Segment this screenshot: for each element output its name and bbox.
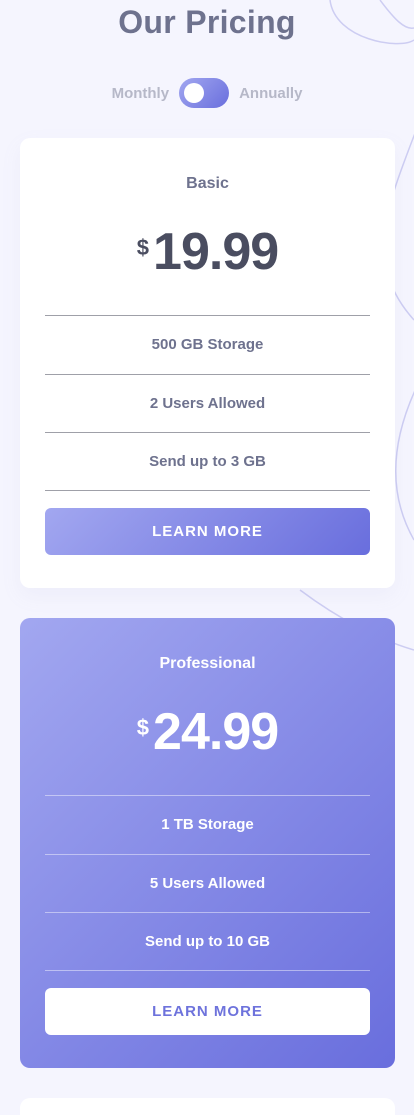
page-title: Our Pricing bbox=[118, 4, 296, 40]
feature-item: 2 Users Allowed bbox=[45, 373, 370, 433]
feature-item: 1 TB Storage bbox=[45, 795, 370, 854]
pricing-card-next bbox=[20, 1098, 395, 1115]
currency-symbol: $ bbox=[136, 715, 150, 740]
pricing-card-basic: Basic $ 19.99 500 GB Storage 2 Users All… bbox=[20, 138, 395, 588]
learn-more-button[interactable]: LEARN MORE bbox=[45, 507, 370, 555]
currency-symbol: $ bbox=[136, 235, 150, 260]
billing-toggle: Monthly Annually bbox=[0, 78, 414, 108]
plan-price: $ 24.99 bbox=[45, 702, 370, 762]
feature-list: 1 TB Storage 5 Users Allowed Send up to … bbox=[45, 795, 370, 971]
toggle-knob bbox=[184, 83, 205, 103]
feature-item: Send up to 10 GB bbox=[45, 912, 370, 971]
pricing-card-professional: Professional $ 24.99 1 TB Storage 5 User… bbox=[20, 618, 395, 1068]
feature-item: 5 Users Allowed bbox=[45, 853, 370, 913]
plan-price: $ 19.99 bbox=[45, 222, 370, 282]
plan-name: Basic bbox=[186, 175, 229, 192]
feature-item: Send up to 3 GB bbox=[45, 432, 370, 491]
plan-name: Professional bbox=[159, 655, 256, 672]
toggle-label-annually[interactable]: Annually bbox=[239, 85, 302, 102]
toggle-label-monthly[interactable]: Monthly bbox=[112, 85, 170, 102]
billing-toggle-switch[interactable] bbox=[179, 78, 230, 108]
price-amount: 19.99 bbox=[153, 223, 279, 281]
feature-list: 500 GB Storage 2 Users Allowed Send up t… bbox=[45, 315, 370, 491]
learn-more-button[interactable]: LEARN MORE bbox=[45, 987, 370, 1035]
price-amount: 24.99 bbox=[153, 703, 279, 761]
feature-item: 500 GB Storage bbox=[45, 315, 370, 374]
